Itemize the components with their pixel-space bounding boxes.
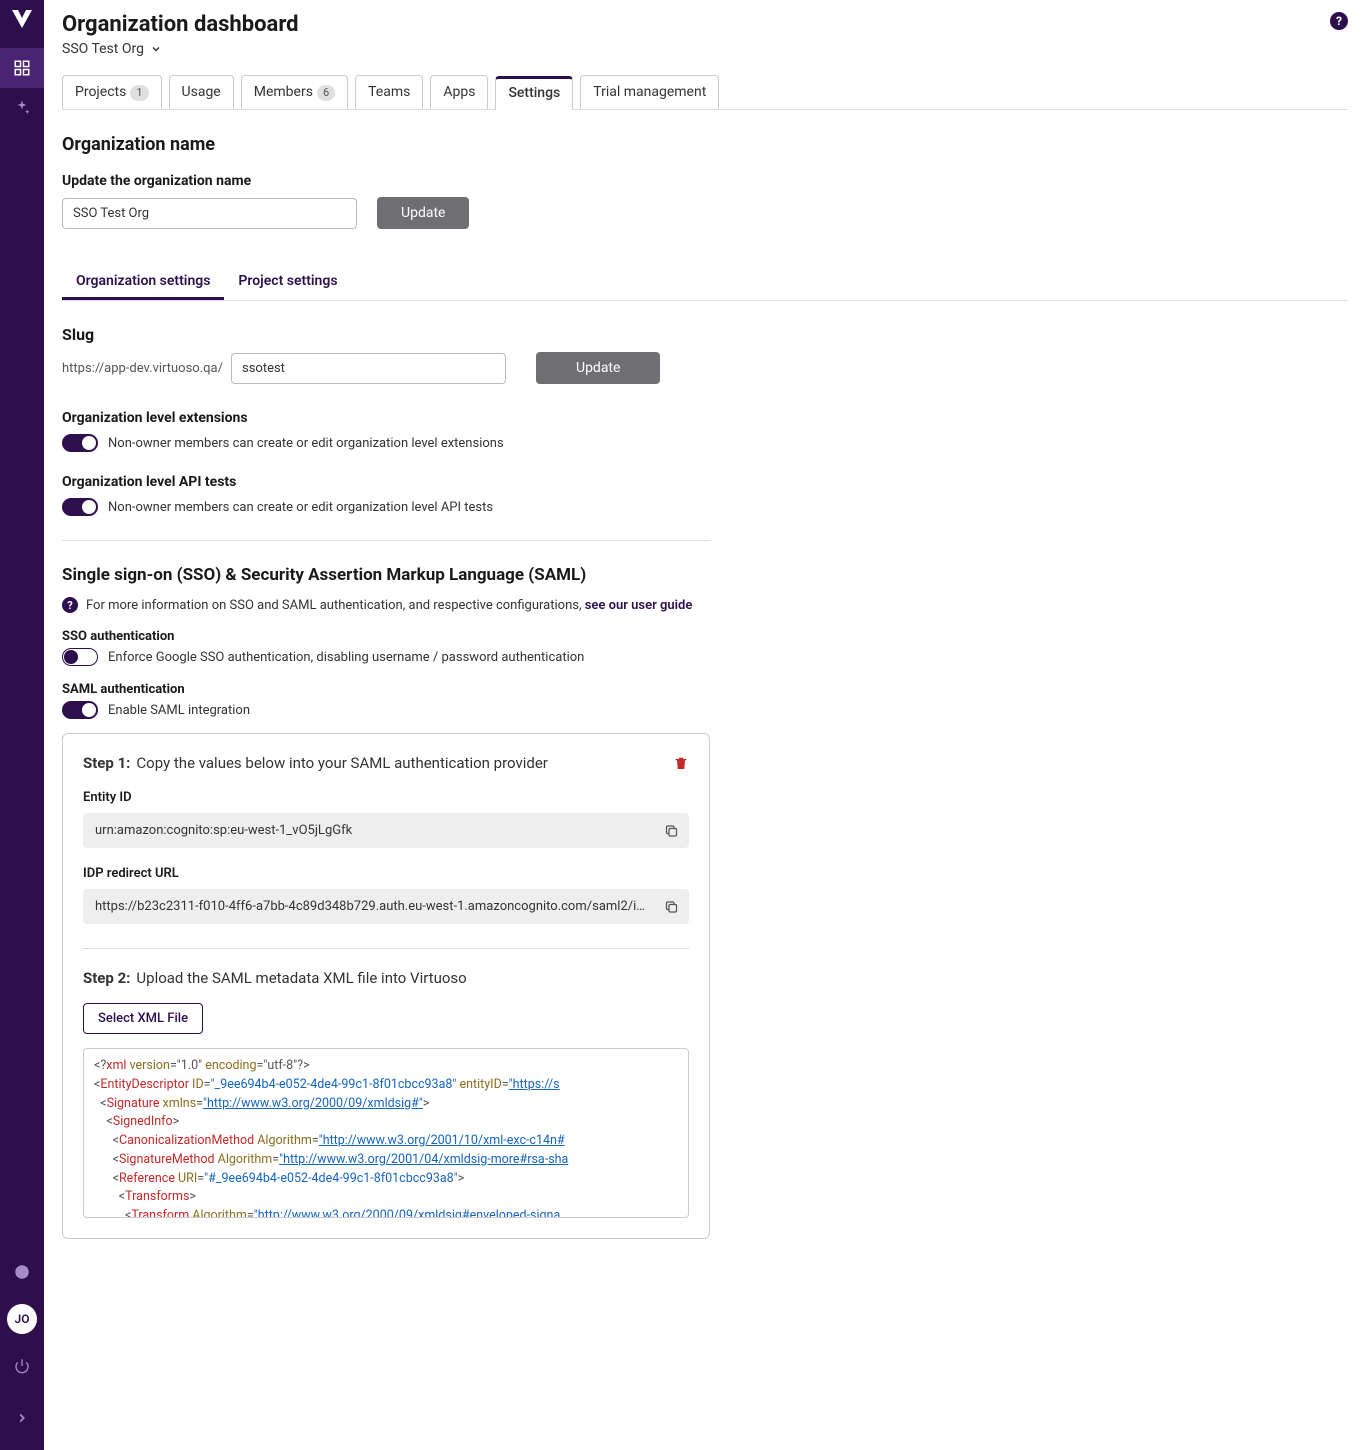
chevron-right-icon[interactable] — [0, 1398, 44, 1438]
ext-heading: Organization level extensions — [62, 410, 710, 426]
power-icon[interactable] — [0, 1346, 44, 1386]
delete-saml-button[interactable] — [673, 755, 689, 771]
org-name-label: Update the organization name — [62, 173, 710, 189]
subtab-org-settings[interactable]: Organization settings — [62, 265, 224, 300]
help-icon[interactable]: ? — [62, 597, 78, 613]
sso-auth-label: Enforce Google SSO authentication, disab… — [108, 650, 584, 665]
saml-auth-heading: SAML authentication — [62, 682, 710, 697]
org-name-heading: Organization name — [62, 134, 710, 155]
sso-heading: Single sign-on (SSO) & Security Assertio… — [62, 565, 710, 585]
tab-trial-management[interactable]: Trial management — [580, 75, 719, 109]
slug-prefix: https://app-dev.virtuoso.qa/ — [62, 361, 223, 376]
org-name: SSO Test Org — [62, 41, 144, 57]
api-toggle[interactable] — [62, 498, 98, 516]
idp-value: https://b23c2311-f010-4ff6-a7bb-4c89d348… — [83, 889, 689, 924]
divider — [83, 948, 689, 949]
slug-input[interactable] — [231, 353, 506, 384]
chat-icon[interactable] — [0, 1252, 44, 1292]
help-icon[interactable]: ? — [1330, 12, 1348, 30]
tab-settings[interactable]: Settings — [495, 76, 573, 110]
sso-auth-toggle[interactable] — [62, 648, 98, 666]
step2-title: Step 2:Upload the SAML metadata XML file… — [83, 969, 689, 987]
update-org-name-button[interactable]: Update — [377, 197, 469, 229]
tab-badge: 6 — [317, 85, 335, 101]
saml-panel: Step 1:Copy the values below into your S… — [62, 733, 710, 1239]
divider — [62, 540, 710, 541]
idp-label: IDP redirect URL — [83, 866, 689, 881]
step1-title: Step 1:Copy the values below into your S… — [83, 754, 548, 772]
sso-auth-heading: SSO authentication — [62, 629, 710, 644]
tabs: Projects1 Usage Members6 Teams Apps Sett… — [62, 75, 1348, 110]
tab-members[interactable]: Members6 — [241, 75, 348, 109]
slug-heading: Slug — [62, 325, 710, 344]
logo-icon[interactable] — [12, 10, 32, 28]
entity-id-label: Entity ID — [83, 790, 689, 805]
org-name-input[interactable] — [62, 198, 357, 229]
entity-id-value: urn:amazon:cognito:sp:eu-west-1_vO5jLgGf… — [83, 813, 689, 848]
avatar[interactable]: JO — [7, 1304, 37, 1334]
api-heading: Organization level API tests — [62, 474, 710, 490]
saml-xml-preview: <?xml version="1.0" encoding="utf-8"?> <… — [83, 1048, 689, 1218]
user-guide-link[interactable]: see our user guide — [585, 598, 693, 613]
chevron-down-icon — [150, 43, 162, 55]
tab-apps[interactable]: Apps — [430, 75, 488, 109]
ext-label: Non-owner members can create or edit org… — [108, 436, 504, 451]
select-xml-file-button[interactable]: Select XML File — [83, 1003, 203, 1034]
copy-icon[interactable] — [664, 823, 679, 838]
page-title: Organization dashboard — [62, 12, 299, 37]
copy-icon[interactable] — [664, 899, 679, 914]
saml-auth-label: Enable SAML integration — [108, 703, 250, 718]
tab-projects[interactable]: Projects1 — [62, 75, 162, 109]
ext-toggle[interactable] — [62, 434, 98, 452]
sidebar-item-dashboard[interactable] — [0, 48, 44, 88]
saml-auth-toggle[interactable] — [62, 701, 98, 719]
tab-teams[interactable]: Teams — [355, 75, 423, 109]
sso-info-text: For more information on SSO and SAML aut… — [86, 598, 692, 613]
org-switcher[interactable]: SSO Test Org — [62, 41, 299, 57]
api-label: Non-owner members can create or edit org… — [108, 500, 493, 515]
subtab-project-settings[interactable]: Project settings — [224, 265, 351, 300]
tab-badge: 1 — [130, 85, 148, 101]
subtabs: Organization settings Project settings — [62, 265, 1348, 301]
tab-usage[interactable]: Usage — [169, 75, 234, 109]
update-slug-button[interactable]: Update — [536, 352, 660, 384]
sidebar: JO — [0, 0, 44, 1450]
sidebar-item-magic[interactable] — [0, 88, 44, 128]
